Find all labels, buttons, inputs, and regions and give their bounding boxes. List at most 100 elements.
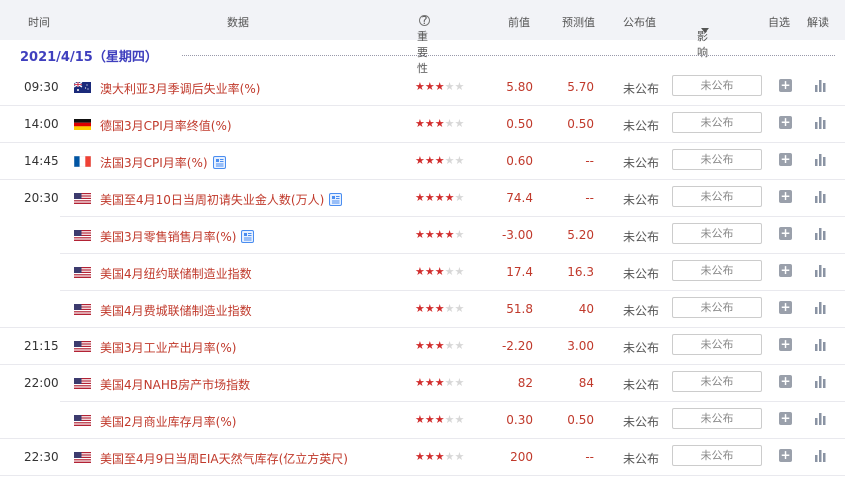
event-time: 22:30 <box>24 450 59 464</box>
star-icon: ★ <box>444 117 455 130</box>
france-flag-icon <box>73 155 92 168</box>
impact-box[interactable]: 未公布 <box>672 408 762 429</box>
star-icon: ★ <box>424 339 435 352</box>
star-icon: ★ <box>444 450 455 463</box>
star-icon: ★ <box>454 265 465 278</box>
report-doc-icon[interactable] <box>212 156 226 169</box>
bar-chart-icon[interactable] <box>814 412 827 425</box>
bar-chart-icon[interactable] <box>814 227 827 240</box>
add-watch-button[interactable]: + <box>779 153 792 166</box>
header-time: 时间 <box>28 16 50 29</box>
bar-chart-icon[interactable] <box>814 338 827 351</box>
event-title-link[interactable]: 美国2月商业库存月率(%) <box>100 413 236 430</box>
table-row: 美国4月费城联储制造业指数 ★★★★★ 51.8 40 未公布 未公布 + <box>0 291 845 328</box>
header-interpret: 解读 <box>807 16 829 29</box>
impact-box[interactable]: 未公布 <box>672 445 762 466</box>
event-title-link[interactable]: 美国4月NAHB房产市场指数 <box>100 376 250 393</box>
bar-chart-icon[interactable] <box>814 264 827 277</box>
star-icon: ★ <box>415 80 425 93</box>
table-row: 21:15 美国3月工业产出月率(%) ★★★★★ -2.20 3.00 未公布 未公布 + <box>0 328 845 365</box>
report-doc-icon[interactable] <box>241 230 255 243</box>
importance-stars: ★★★★★ <box>415 265 464 278</box>
actual-value: 未公布 <box>623 267 660 281</box>
star-icon: ★ <box>434 191 445 204</box>
actual-value: 未公布 <box>623 82 660 96</box>
impact-box[interactable]: 未公布 <box>672 186 762 207</box>
forecast-value: 0.50 <box>567 117 594 131</box>
impact-box[interactable]: 未公布 <box>672 371 762 392</box>
forecast-value: -- <box>585 154 594 168</box>
date-label: 2021/4/15（星期四） <box>20 50 158 65</box>
bar-chart-icon[interactable] <box>814 301 827 314</box>
event-title-link[interactable]: 美国至4月9日当周EIA天然气库存(亿立方英尺) <box>100 450 348 467</box>
date-divider <box>182 55 835 56</box>
event-title-link[interactable]: 澳大利亚3月季调后失业率(%) <box>100 80 260 97</box>
previous-value: 82 <box>517 376 533 390</box>
row-divider <box>0 475 845 476</box>
add-watch-button[interactable]: + <box>779 227 792 240</box>
star-icon: ★ <box>444 265 455 278</box>
actual-value: 未公布 <box>623 230 660 244</box>
impact-box[interactable]: 未公布 <box>672 334 762 355</box>
star-icon: ★ <box>424 450 435 463</box>
table-row: 美国3月零售销售月率(%) ★★★★★ -3.00 5.20 未公布 未公布 + <box>0 217 845 254</box>
star-icon: ★ <box>444 302 455 315</box>
impact-box[interactable]: 未公布 <box>672 297 762 318</box>
event-title-link[interactable]: 法国3月CPI月率(%) <box>100 154 226 171</box>
star-icon: ★ <box>415 117 425 130</box>
event-title-link[interactable]: 美国3月工业产出月率(%) <box>100 339 236 356</box>
star-icon: ★ <box>415 191 425 204</box>
star-icon: ★ <box>415 450 425 463</box>
add-watch-button[interactable]: + <box>779 264 792 277</box>
importance-stars: ★★★★★ <box>415 302 464 315</box>
event-title-link[interactable]: 德国3月CPI月率终值(%) <box>100 117 232 134</box>
event-title: 美国至4月9日当周EIA天然气库存(亿立方英尺) <box>100 452 348 466</box>
table-row: 20:30 美国至4月10日当周初请失业金人数(万人) ★★★★★ 74.4 -- 未公布… <box>0 180 845 217</box>
add-watch-button[interactable]: + <box>779 116 792 129</box>
table-row: 14:00 德国3月CPI月率终值(%) ★★★★★ 0.50 0.50 未公布 未公布 + <box>0 106 845 143</box>
bar-chart-icon[interactable] <box>814 375 827 388</box>
bar-chart-icon[interactable] <box>814 116 827 129</box>
event-title-link[interactable]: 美国3月零售销售月率(%) <box>100 228 255 245</box>
bar-chart-icon[interactable] <box>814 449 827 462</box>
add-watch-button[interactable]: + <box>779 338 792 351</box>
add-watch-button[interactable]: + <box>779 301 792 314</box>
impact-box[interactable]: 未公布 <box>672 112 762 133</box>
star-icon: ★ <box>454 80 465 93</box>
impact-box[interactable]: 未公布 <box>672 223 762 244</box>
event-time: 14:45 <box>24 154 59 168</box>
star-icon: ★ <box>454 228 465 241</box>
impact-box[interactable]: 未公布 <box>672 149 762 170</box>
event-title: 澳大利亚3月季调后失业率(%) <box>100 82 261 96</box>
previous-value: 0.60 <box>506 154 533 168</box>
add-watch-button[interactable]: + <box>779 375 792 388</box>
event-title-link[interactable]: 美国4月费城联储制造业指数 <box>100 302 252 319</box>
previous-value: 5.80 <box>506 80 533 94</box>
event-title-link[interactable]: 美国4月纽约联储制造业指数 <box>100 265 252 282</box>
header-watch: 自选 <box>768 16 790 29</box>
event-title-link[interactable]: 美国至4月10日当周初请失业金人数(万人) <box>100 191 343 208</box>
impact-box[interactable]: 未公布 <box>672 260 762 281</box>
event-title: 美国3月零售销售月率(%) <box>100 230 237 244</box>
star-icon: ★ <box>424 265 435 278</box>
star-icon: ★ <box>434 376 445 389</box>
add-watch-button[interactable]: + <box>779 190 792 203</box>
usa-flag-icon <box>74 193 91 204</box>
importance-stars: ★★★★★ <box>415 228 464 241</box>
add-watch-button[interactable]: + <box>779 449 792 462</box>
add-watch-button[interactable]: + <box>779 79 792 92</box>
star-icon: ★ <box>444 228 455 241</box>
star-icon: ★ <box>434 265 445 278</box>
bar-chart-icon[interactable] <box>814 153 827 166</box>
add-watch-button[interactable]: + <box>779 412 792 425</box>
bar-chart-icon[interactable] <box>814 79 827 92</box>
forecast-value: 3.00 <box>567 339 594 353</box>
impact-box[interactable]: 未公布 <box>672 75 762 96</box>
bar-chart-icon[interactable] <box>814 190 827 203</box>
forecast-value: 16.3 <box>567 265 594 279</box>
header-importance[interactable]: 重要性? <box>417 14 430 75</box>
previous-value: 200 <box>510 450 533 464</box>
help-icon[interactable]: ? <box>419 15 430 26</box>
report-doc-icon[interactable] <box>329 193 343 206</box>
forecast-value: -- <box>585 450 594 464</box>
